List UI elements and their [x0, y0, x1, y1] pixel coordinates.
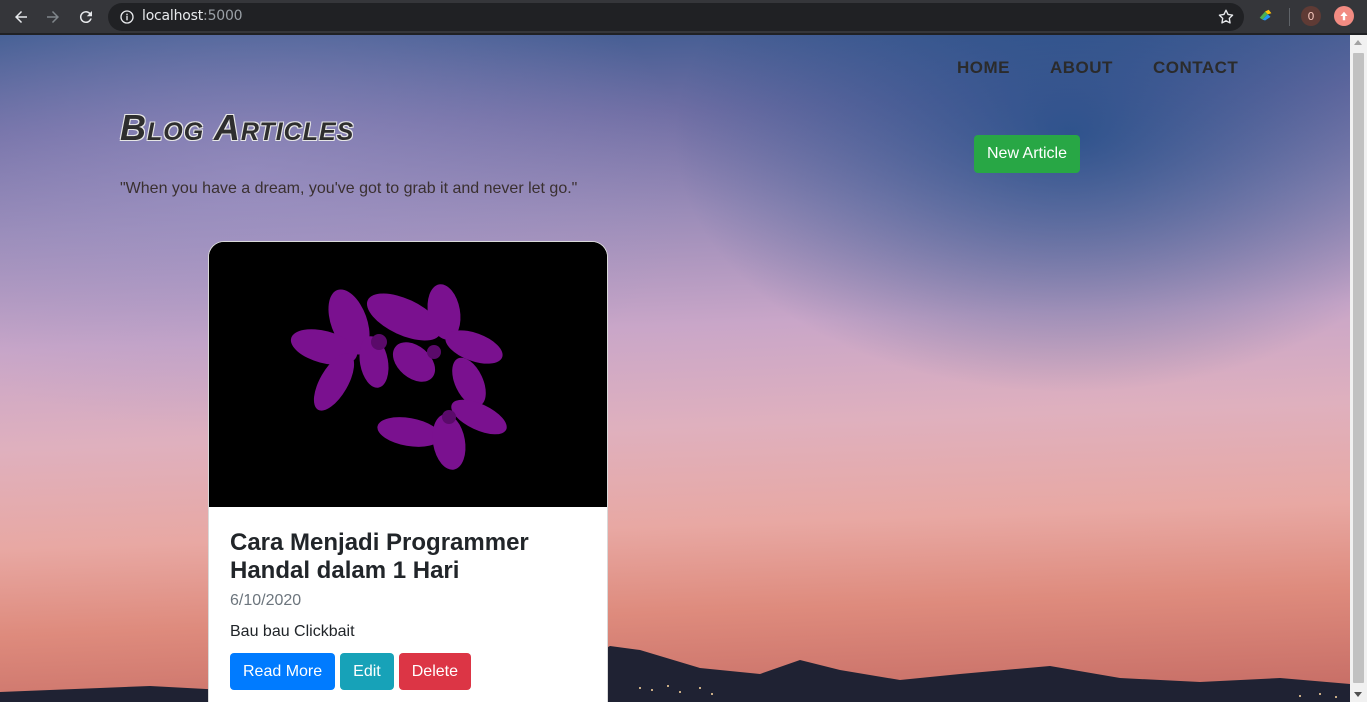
extension-badge-count: 0 [1307, 9, 1315, 23]
forward-icon[interactable] [40, 4, 66, 30]
article-card: Cara Menjadi Programmer Handal dalam 1 H… [208, 241, 608, 702]
address-bar[interactable]: localhost:5000 [108, 3, 1244, 31]
url-text: localhost:5000 [142, 8, 243, 24]
scroll-down-icon[interactable] [1354, 692, 1362, 697]
vertical-scrollbar[interactable] [1350, 35, 1367, 702]
purple-flower-image [209, 242, 607, 507]
info-icon[interactable] [119, 9, 135, 25]
page-title: Blog Articles [120, 107, 355, 148]
background-glow [670, 35, 1350, 395]
article-actions: Read More Edit Delete [230, 653, 586, 690]
toolbar-divider [1289, 8, 1290, 26]
site-navigation: HOME ABOUT CONTACT [957, 58, 1238, 78]
article-thumbnail [209, 242, 607, 507]
reload-icon[interactable] [73, 4, 99, 30]
browser-toolbar: localhost:5000 0 [0, 0, 1367, 34]
extension-puzzle-icon[interactable] [1256, 6, 1276, 26]
profile-avatar-icon[interactable] [1334, 6, 1354, 26]
delete-button[interactable]: Delete [398, 653, 471, 690]
nav-about-link[interactable]: ABOUT [1050, 58, 1113, 78]
scroll-up-icon[interactable] [1354, 40, 1362, 45]
bookmark-star-icon[interactable] [1217, 8, 1235, 26]
article-date: 6/10/2020 [230, 592, 302, 609]
mountain-silhouette [0, 646, 1350, 702]
page-viewport: HOME ABOUT CONTACT Blog Articles "When y… [0, 35, 1350, 702]
nav-home-link[interactable]: HOME [957, 58, 1010, 78]
new-article-button[interactable]: New Article [974, 135, 1080, 173]
read-more-button[interactable]: Read More [230, 653, 336, 690]
edit-button[interactable]: Edit [340, 653, 394, 690]
nav-contact-link[interactable]: CONTACT [1153, 58, 1238, 78]
page-quote: "When you have a dream, you've got to gr… [120, 180, 578, 197]
article-title: Cara Menjadi Programmer Handal dalam 1 H… [230, 529, 529, 584]
article-card-body: Cara Menjadi Programmer Handal dalam 1 H… [209, 507, 607, 702]
scrollbar-thumb[interactable] [1353, 53, 1364, 683]
extension-badge-icon[interactable]: 0 [1301, 6, 1321, 26]
article-description: Bau bau Clickbait [230, 623, 355, 640]
back-icon[interactable] [8, 4, 34, 30]
